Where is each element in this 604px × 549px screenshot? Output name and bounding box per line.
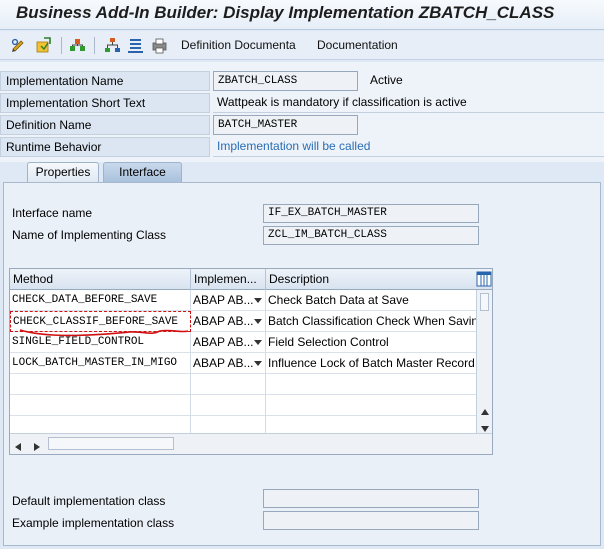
implementation-cell[interactable]: ABAP AB... (191, 332, 266, 353)
window-title: Business Add-In Builder: Display Impleme… (16, 3, 555, 22)
dropdown-arrow-icon[interactable] (254, 298, 262, 303)
column-header-implementation[interactable]: Implemen... (191, 269, 266, 290)
tab-interface[interactable]: Interface (103, 162, 182, 182)
scroll-first-icon[interactable] (15, 440, 21, 454)
application-toolbar: Definition Documenta Documentation (0, 31, 604, 60)
scroll-left-icon[interactable] (34, 440, 40, 454)
dropdown-arrow-icon[interactable] (254, 319, 262, 324)
default-impl-class-label: Default implementation class (12, 494, 166, 508)
methods-table: Method Implemen... Description CHECK_DAT… (9, 268, 493, 455)
table-row-empty (10, 395, 476, 416)
implementation-cell[interactable]: ABAP AB... (191, 353, 266, 374)
vertical-scrollbar[interactable] (476, 290, 492, 433)
empty-cell (191, 374, 266, 395)
example-impl-class-field[interactable] (263, 511, 479, 530)
empty-cell (10, 395, 191, 416)
implementation-value: ABAP AB... (193, 335, 254, 349)
table-row-empty (10, 416, 476, 433)
change-display-icon[interactable] (10, 37, 27, 54)
scroll-up-icon[interactable] (481, 404, 489, 418)
description-cell: Check Batch Data at Save (268, 293, 409, 307)
definition-documentation-button[interactable]: Definition Documenta (181, 38, 296, 52)
definition-name-row: Definition Name BATCH_MASTER (0, 114, 604, 136)
impl-name-label: Implementation Name (0, 71, 210, 91)
runtime-behavior-row: Runtime Behavior Implementation will be … (0, 136, 604, 158)
hierarchy-icon[interactable] (69, 37, 86, 54)
title-bar: Business Add-In Builder: Display Impleme… (0, 0, 604, 30)
column-header-description[interactable]: Description (266, 269, 476, 290)
horizontal-scrollbar[interactable] (10, 433, 492, 454)
description-cell: Influence Lock of Batch Master Record (268, 356, 475, 370)
interface-name-label: Interface name (12, 206, 93, 220)
impl-short-text-field[interactable]: Wattpeak is mandatory if classification … (213, 93, 604, 113)
description-cell: Field Selection Control (268, 335, 389, 349)
toolbar-separator (94, 37, 95, 54)
implementation-value: ABAP AB... (193, 356, 254, 370)
implementation-value: ABAP AB... (193, 314, 254, 328)
table-row-empty (10, 374, 476, 395)
tab-strip: Properties Interface (0, 160, 604, 182)
default-impl-class-field[interactable] (263, 489, 479, 508)
table-header: Method Implemen... Description (10, 269, 492, 290)
table-row[interactable]: CHECK_DATA_BEFORE_SAVE ABAP AB... Check … (10, 290, 476, 311)
table-row[interactable]: LOCK_BATCH_MASTER_IN_MIGO ABAP AB... Inf… (10, 353, 476, 374)
runtime-behavior-label: Runtime Behavior (0, 137, 210, 157)
documentation-button[interactable]: Documentation (317, 38, 398, 52)
impl-short-text-row: Implementation Short Text Wattpeak is ma… (0, 92, 604, 114)
implementation-value: ABAP AB... (193, 293, 254, 307)
scroll-thumb[interactable] (480, 293, 489, 311)
tab-properties[interactable]: Properties (27, 162, 99, 182)
impl-name-row: Implementation Name ZBATCH_CLASS Active (0, 70, 604, 92)
impl-name-field[interactable]: ZBATCH_CLASS (213, 71, 358, 91)
column-settings-icon[interactable] (476, 271, 492, 287)
print-icon[interactable] (151, 37, 168, 54)
empty-cell (191, 395, 266, 416)
list-icon[interactable] (127, 37, 144, 54)
empty-cell (191, 416, 266, 433)
impl-status-text: Active (370, 73, 403, 87)
scroll-thumb[interactable] (48, 437, 174, 450)
empty-cell (10, 374, 191, 395)
implementation-header: Implementation Name ZBATCH_CLASS Active … (0, 62, 604, 162)
definition-name-field[interactable]: BATCH_MASTER (213, 115, 358, 135)
impl-class-label: Name of Implementing Class (12, 228, 167, 242)
interface-name-field[interactable]: IF_EX_BATCH_MASTER (263, 204, 479, 223)
red-underline-annotation (19, 329, 189, 337)
method-cell[interactable]: LOCK_BATCH_MASTER_IN_MIGO (10, 353, 191, 374)
dropdown-arrow-icon[interactable] (254, 340, 262, 345)
impl-class-field[interactable]: ZCL_IM_BATCH_CLASS (263, 226, 479, 245)
method-cell[interactable]: CHECK_DATA_BEFORE_SAVE (10, 290, 191, 311)
interface-panel: Interface name IF_EX_BATCH_MASTER Name o… (3, 182, 601, 546)
example-impl-class-label: Example implementation class (12, 516, 175, 530)
dropdown-arrow-icon[interactable] (254, 361, 262, 366)
empty-cell (10, 416, 191, 433)
column-header-method[interactable]: Method (10, 269, 191, 290)
definition-name-label: Definition Name (0, 115, 210, 135)
tree-icon[interactable] (104, 37, 121, 54)
activate-icon[interactable] (35, 37, 52, 54)
impl-short-text-label: Implementation Short Text (0, 93, 210, 113)
toolbar-separator (61, 37, 62, 54)
implementation-cell[interactable]: ABAP AB... (191, 290, 266, 311)
implementation-cell[interactable]: ABAP AB... (191, 311, 266, 332)
runtime-behavior-value: Implementation will be called (213, 137, 604, 157)
description-cell: Batch Classification Check When Saving (268, 314, 476, 328)
